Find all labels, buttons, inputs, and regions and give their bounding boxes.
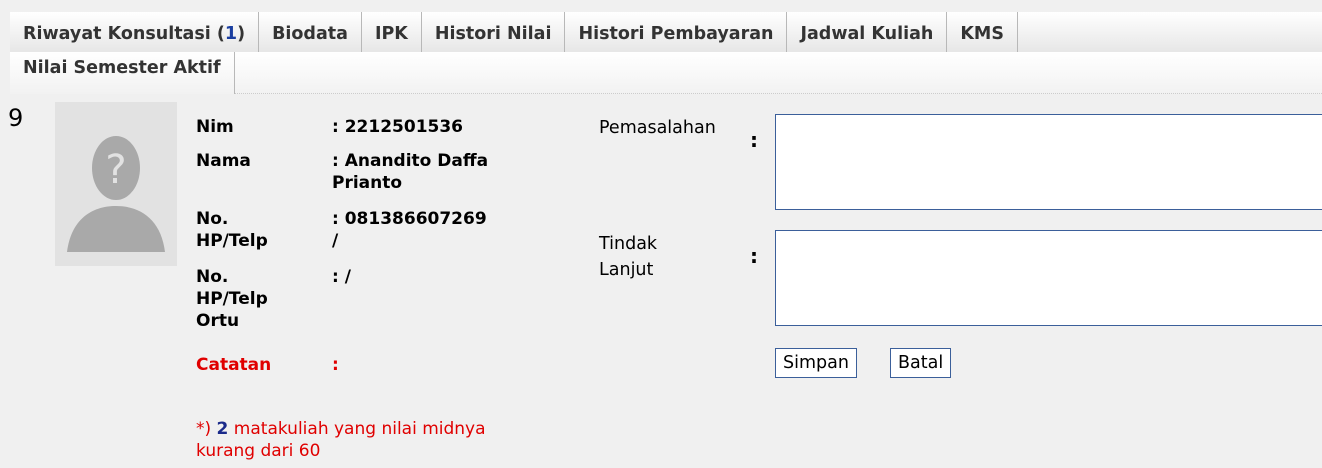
nim-value: : 2212501536 xyxy=(332,117,464,137)
tab-riwayat-close: ) xyxy=(237,24,246,44)
tab-biodata[interactable]: Biodata xyxy=(259,12,362,56)
hp-value-line2: / xyxy=(332,231,339,251)
tab-histori-nilai[interactable]: Histori Nilai xyxy=(422,12,566,56)
row-number: 9 xyxy=(8,104,24,132)
tab-row-2: Nilai Semester Aktif xyxy=(10,52,1322,94)
nama-value-line1: : Anandito Daffa xyxy=(332,151,489,171)
simpan-button[interactable]: Simpan xyxy=(775,348,857,378)
hp-ortu-label-line1: No. xyxy=(196,267,229,287)
note-text-line2: kurang dari 60 xyxy=(196,441,321,461)
note-count: 2 xyxy=(216,419,229,439)
catatan-label: Catatan xyxy=(196,355,272,375)
hp-value-line1: : 081386607269 xyxy=(332,209,487,229)
tab-bar: Riwayat Konsultasi (1) Biodata IPK Histo… xyxy=(0,0,1322,96)
tab-ipk[interactable]: IPK xyxy=(362,12,422,56)
consultation-panel: 9 ? Nim : 2212501536 Nama : Anandito Daf… xyxy=(0,96,1322,468)
pemasalahan-textarea[interactable] xyxy=(775,114,1322,210)
tindak-lanjut-colon: : xyxy=(750,244,758,268)
nama-label: Nama xyxy=(196,151,251,171)
note-prefix: *) xyxy=(196,419,212,439)
note-text-line1: matakuliah yang nilai midnya xyxy=(233,419,486,439)
nama-value-line2: Prianto xyxy=(332,172,542,194)
tindak-lanjut-textarea[interactable] xyxy=(775,230,1322,326)
pemasalahan-colon: : xyxy=(750,128,758,152)
tab-riwayat-count: 1 xyxy=(224,24,238,44)
tab-nilai-semester-aktif[interactable]: Nilai Semester Aktif xyxy=(10,52,235,94)
tab-row-1: Riwayat Konsultasi (1) Biodata IPK Histo… xyxy=(10,12,1322,56)
tab-riwayat-label: Riwayat Konsultasi ( xyxy=(23,24,225,44)
hp-label-line1: No. xyxy=(196,209,229,229)
batal-button[interactable]: Batal xyxy=(890,348,952,378)
pemasalahan-label: Pemasalahan xyxy=(599,118,716,138)
tab-row-filler xyxy=(234,72,1322,94)
tindak-lanjut-label-line2: Lanjut xyxy=(599,260,654,280)
nama-value-text: Prianto xyxy=(332,173,403,193)
tindak-lanjut-label-line1: Tindak xyxy=(599,234,658,254)
hp-label-line2: HP/Telp xyxy=(196,231,268,251)
hp-ortu-label-line2: HP/Telp xyxy=(196,289,268,309)
catatan-note: *) 2 matakuliah yang nilai midnya kurang… xyxy=(196,418,556,462)
svg-text:?: ? xyxy=(105,147,126,193)
nim-label: Nim xyxy=(196,117,234,137)
person-placeholder-icon: ? xyxy=(67,136,165,252)
hp-ortu-value: : / xyxy=(332,267,351,287)
hp-ortu-label-line3: Ortu xyxy=(196,311,240,331)
avatar: ? xyxy=(55,102,177,266)
tab-riwayat-konsultasi[interactable]: Riwayat Konsultasi (1) xyxy=(10,12,260,56)
tab-histori-pembayaran[interactable]: Histori Pembayaran xyxy=(565,12,788,56)
tab-kms[interactable]: KMS xyxy=(947,12,1018,56)
tab-jadwal-kuliah[interactable]: Jadwal Kuliah xyxy=(787,12,948,56)
catatan-value: : xyxy=(332,355,339,375)
